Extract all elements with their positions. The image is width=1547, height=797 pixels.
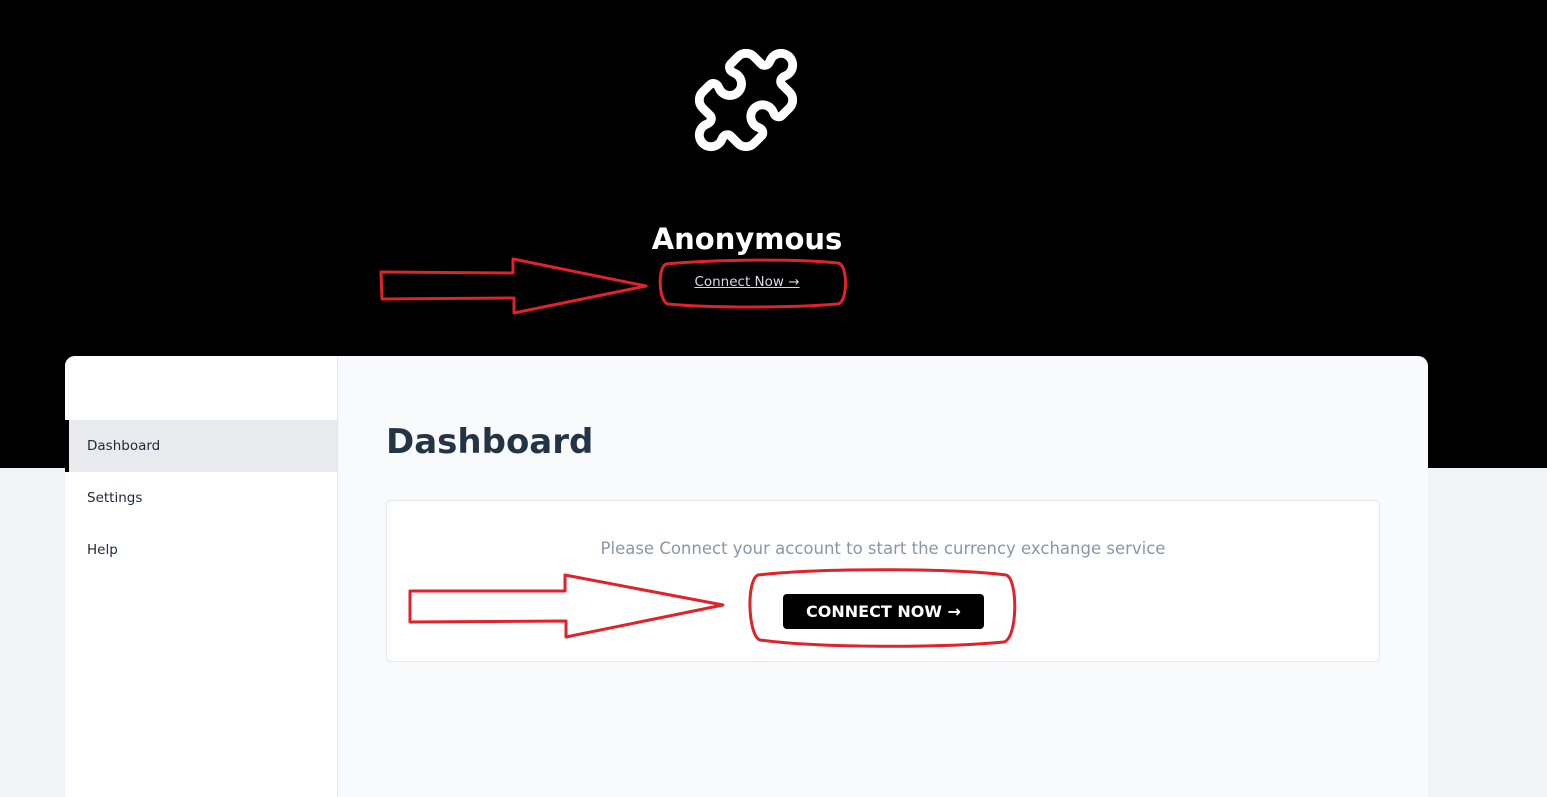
header-banner-edge: [1507, 0, 1547, 468]
connect-card: Please Connect your account to start the…: [386, 500, 1380, 662]
connect-now-link[interactable]: Connect Now →: [0, 274, 1494, 290]
sidebar-item-help[interactable]: Help: [65, 524, 337, 576]
connect-message: Please Connect your account to start the…: [600, 539, 1166, 558]
connect-now-button[interactable]: CONNECT NOW →: [783, 594, 984, 629]
app-panel: Dashboard Settings Help Dashboard Please…: [65, 356, 1428, 797]
page-title: Dashboard: [386, 422, 594, 462]
sidebar: Dashboard Settings Help: [65, 356, 338, 797]
username: Anonymous: [651, 222, 843, 256]
puzzle-piece-icon: [694, 48, 798, 152]
sidebar-item-dashboard[interactable]: Dashboard: [65, 420, 337, 472]
sidebar-item-settings[interactable]: Settings: [65, 472, 337, 524]
